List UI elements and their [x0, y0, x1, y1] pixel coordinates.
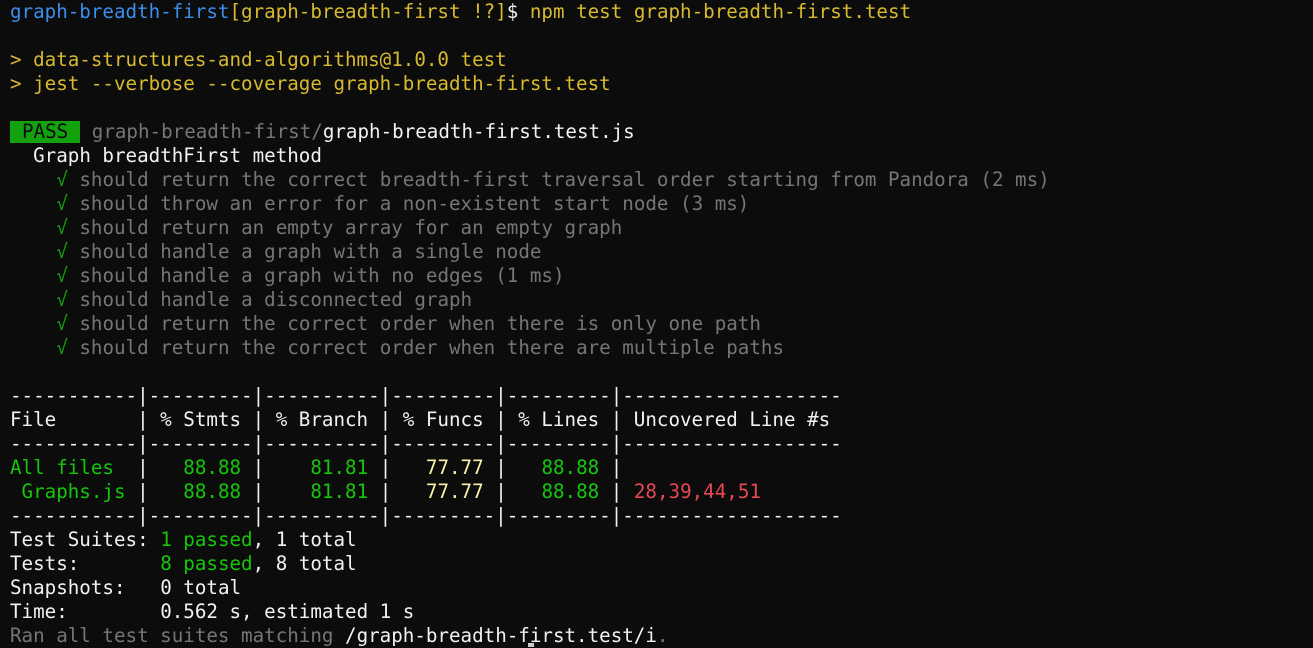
coverage-stmts: 88.88 [183, 456, 242, 479]
coverage-row: All files | 88.88 | 81.81 | 77.77 | 88.8… [10, 456, 634, 479]
coverage-branch: 81.81 [310, 456, 369, 479]
ran-label: Ran all test suites matching [10, 624, 346, 647]
describe-title: Graph breadthFirst method [33, 144, 322, 167]
pass-badge: PASS [10, 121, 81, 143]
test-case: √ should return the correct order when t… [10, 336, 1313, 360]
coverage-stmts: 88.88 [183, 480, 242, 503]
coverage-lines: 88.88 [541, 480, 600, 503]
summary-value: 0 total [160, 576, 242, 599]
test-case-label: should handle a graph with a single node [79, 240, 542, 263]
summary-label: Tests: [10, 552, 161, 575]
coverage-branch: 81.81 [310, 480, 369, 503]
prompt-git-branch: [graph-breadth-first !?] [229, 0, 507, 23]
test-case-label: should return an empty array for an empt… [79, 216, 623, 239]
ran-pattern: /graph-breadth-first.test/i [345, 624, 657, 647]
summary-label: Snapshots: [10, 576, 161, 599]
check-icon: √ [56, 264, 68, 287]
test-case-label: should throw an error for a non-existent… [79, 192, 750, 215]
summary-passed: 1 passed [160, 528, 253, 551]
test-file-dir: graph-breadth-first/ [91, 120, 323, 143]
check-icon: √ [56, 240, 68, 263]
test-case: √ should return the correct order when t… [10, 312, 1313, 336]
npm-command-line: > jest --verbose --coverage graph-breadt… [10, 72, 611, 95]
npm-script-line: > data-structures-and-algorithms@1.0.0 t… [10, 48, 507, 71]
prompt-line: graph-breadth-first[graph-breadth-first … [10, 0, 1313, 24]
test-case: √ should handle a disconnected graph [10, 288, 1313, 312]
check-icon: √ [56, 216, 68, 239]
check-icon: √ [56, 312, 68, 335]
summary-tests: Tests: 8 passed, 8 total [10, 552, 1313, 576]
terminal-window[interactable]: graph-breadth-first[graph-breadth-first … [0, 0, 1313, 648]
summary-total: , 8 total [252, 552, 357, 575]
prompt-command: npm test graph-breadth-first.test [529, 0, 912, 23]
check-icon: √ [56, 288, 68, 311]
test-case: √ should throw an error for a non-existe… [10, 192, 1313, 216]
test-case-label: should return the correct order when the… [79, 312, 761, 335]
summary-label: Test Suites: [10, 528, 161, 551]
prompt-symbol: $ [506, 0, 519, 23]
check-icon: √ [56, 192, 68, 215]
coverage-separator: -----------|---------|----------|-------… [10, 504, 842, 527]
check-icon: √ [56, 168, 68, 191]
test-case: √ should handle a graph with a single no… [10, 240, 1313, 264]
coverage-lines: 88.88 [541, 456, 600, 479]
test-file-name: graph-breadth-first.test.js [322, 120, 635, 143]
test-case-label: should return the correct order when the… [79, 336, 785, 359]
test-case-label: should handle a graph with no edges (1 m… [79, 264, 565, 287]
summary-value: 0.562 s, estimated 1 s [160, 600, 415, 623]
coverage-funcs: 77.77 [425, 456, 484, 479]
prompt-directory: graph-breadth-first [10, 0, 230, 23]
coverage-file: All files [10, 456, 126, 479]
coverage-separator: -----------|---------|----------|-------… [10, 384, 842, 407]
test-case: √ should handle a graph with no edges (1… [10, 264, 1313, 288]
text-cursor [528, 643, 534, 647]
summary-snapshots: Snapshots: 0 total [10, 576, 1313, 600]
test-case: √ should return an empty array for an em… [10, 216, 1313, 240]
summary-test-suites: Test Suites: 1 passed, 1 total [10, 528, 1313, 552]
test-case: √ should return the correct breadth-firs… [10, 168, 1313, 192]
summary-passed: 8 passed [160, 552, 253, 575]
summary-ran: Ran all test suites matching /graph-brea… [10, 624, 1313, 648]
describe-block: Graph breadthFirst method [10, 144, 1313, 168]
ran-end: . [656, 624, 669, 647]
coverage-funcs: 77.77 [425, 480, 484, 503]
coverage-uncovered: 28,39,44,51 [633, 480, 761, 503]
coverage-row: Graphs.js | 88.88 | 81.81 | 77.77 | 88.8… [10, 480, 761, 503]
summary-total: , 1 total [252, 528, 357, 551]
coverage-header: File | % Stmts | % Branch | % Funcs | % … [10, 408, 842, 431]
check-icon: √ [56, 336, 68, 359]
test-case-label: should return the correct breadth-first … [79, 168, 1050, 191]
coverage-file: Graphs.js [10, 480, 126, 503]
test-case-label: should handle a disconnected graph [79, 288, 473, 311]
summary-time: Time: 0.562 s, estimated 1 s [10, 600, 1313, 624]
summary-label: Time: [10, 600, 161, 623]
coverage-separator: -----------|---------|----------|-------… [10, 432, 842, 455]
test-file-result: PASS graph-breadth-first/graph-breadth-f… [10, 120, 1313, 144]
